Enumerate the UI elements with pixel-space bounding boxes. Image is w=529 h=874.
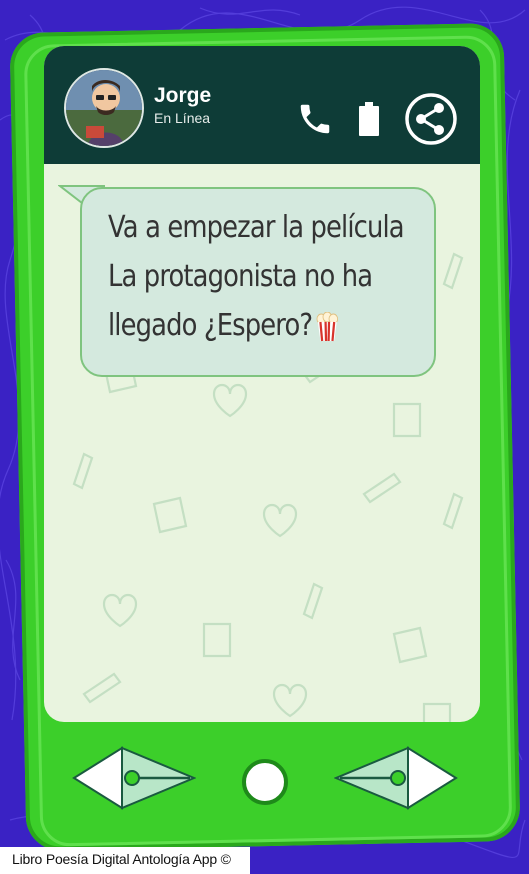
arrow-right-icon[interactable] [334, 746, 458, 810]
popcorn-icon [316, 311, 339, 341]
home-button[interactable] [241, 758, 289, 806]
contact-name: Jorge [154, 84, 212, 107]
message-line: Va a empezar la película [108, 210, 405, 245]
footer-credit: Libro Poesía Digital Antología App © [12, 851, 231, 867]
battery-icon [359, 102, 379, 136]
share-icon[interactable] [404, 92, 458, 146]
message-line: La protagonista no ha [108, 259, 373, 294]
message-line-with-emoji: llegado ¿Espero? [108, 301, 383, 350]
phone-icon[interactable] [296, 100, 334, 138]
footer-credit-bar: Libro Poesía Digital Antología App © [0, 847, 250, 874]
arrow-left-icon[interactable] [72, 746, 196, 810]
chat-screen: Jorge En Línea Va a empezar la película … [44, 46, 480, 722]
message-line: llegado ¿Espero? [108, 308, 313, 343]
message-text: Va a empezar la película La protagonista… [108, 203, 405, 350]
message-bubble: Va a empezar la película La protagonista… [80, 187, 436, 377]
avatar[interactable] [64, 68, 144, 148]
contact-status: En Línea [154, 110, 211, 126]
chat-header: Jorge En Línea [44, 46, 480, 164]
